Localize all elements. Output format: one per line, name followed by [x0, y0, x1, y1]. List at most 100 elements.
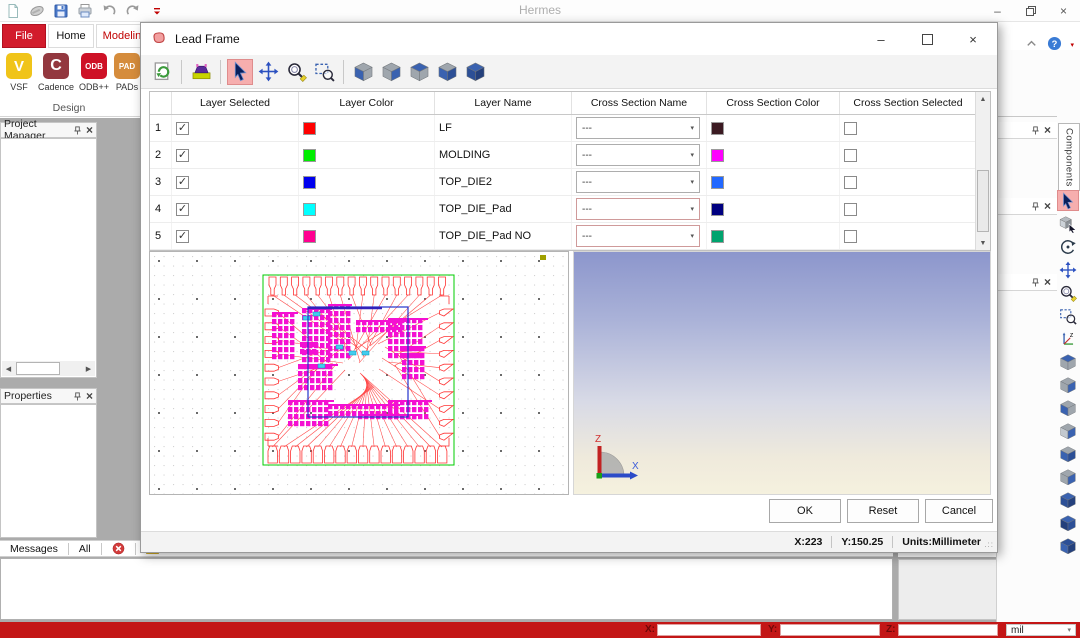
- view-cube-back-icon[interactable]: [1057, 466, 1079, 487]
- view-cube-top-icon[interactable]: [1057, 351, 1079, 372]
- scroll-left-icon[interactable]: ◀: [2, 361, 15, 376]
- layer-color-swatch[interactable]: [303, 176, 316, 189]
- column-header[interactable]: Cross Section Color: [707, 92, 840, 114]
- messages-output-area[interactable]: [0, 558, 893, 620]
- layer-selected-checkbox[interactable]: ✓: [176, 230, 189, 243]
- import-tool-cadence[interactable]: CCadence: [36, 53, 76, 92]
- close-button[interactable]: ×: [1047, 0, 1080, 22]
- dialog-close-button[interactable]: ×: [951, 24, 995, 54]
- close-icon[interactable]: ×: [1044, 277, 1051, 287]
- select-arrow-icon[interactable]: [1057, 190, 1079, 211]
- leadframe-icon[interactable]: [188, 59, 214, 85]
- close-icon[interactable]: ×: [86, 391, 93, 401]
- iso-view-1-icon[interactable]: [1057, 489, 1079, 510]
- ok-button[interactable]: OK: [769, 499, 841, 523]
- zoom-window-icon[interactable]: [1057, 305, 1079, 326]
- cross-section-color-swatch[interactable]: [711, 203, 724, 216]
- cancel-button[interactable]: Cancel: [925, 499, 993, 523]
- layer-selected-checkbox[interactable]: ✓: [176, 122, 189, 135]
- column-header[interactable]: Cross Section Name: [572, 92, 707, 114]
- cross-section-color-swatch[interactable]: [711, 176, 724, 189]
- iso-view-3-icon[interactable]: [1057, 535, 1079, 556]
- open-icon[interactable]: [28, 2, 46, 20]
- help-dropdown-icon[interactable]: ▾: [1070, 41, 1074, 49]
- view-cube-front-icon[interactable]: [1057, 443, 1079, 464]
- column-header[interactable]: Layer Selected: [172, 92, 299, 114]
- pick-object-icon[interactable]: [1057, 213, 1079, 234]
- reset-button[interactable]: Reset: [847, 499, 919, 523]
- leadframe-3d-view[interactable]: Z X: [573, 251, 991, 495]
- column-header[interactable]: Layer Name: [435, 92, 572, 114]
- print-icon[interactable]: [76, 2, 94, 20]
- table-scrollbar[interactable]: ▲ ▼: [975, 92, 990, 250]
- layer-selected-checkbox[interactable]: ✓: [176, 203, 189, 216]
- layer-color-swatch[interactable]: [303, 122, 316, 135]
- properties-panel[interactable]: [0, 404, 97, 538]
- toolbar-options-icon[interactable]: [148, 2, 166, 20]
- layer-color-swatch[interactable]: [303, 230, 316, 243]
- scrollbar-thumb[interactable]: [16, 362, 60, 375]
- import-tool-odb[interactable]: ODBODB++: [77, 53, 111, 92]
- view-cube-left-icon[interactable]: [1057, 397, 1079, 418]
- cross-section-combo[interactable]: ---▾: [576, 198, 700, 220]
- save-icon[interactable]: [52, 2, 70, 20]
- close-icon[interactable]: ×: [86, 125, 93, 135]
- layer-selected-checkbox[interactable]: ✓: [176, 149, 189, 162]
- new-document-icon[interactable]: [4, 2, 22, 20]
- x-coordinate-input[interactable]: [657, 624, 761, 636]
- error-filter-icon[interactable]: [102, 542, 135, 555]
- pin-icon[interactable]: [1031, 278, 1040, 287]
- cross-section-color-swatch[interactable]: [711, 149, 724, 162]
- y-coordinate-input[interactable]: [780, 624, 880, 636]
- zoom-icon[interactable]: [283, 59, 309, 85]
- zoom-icon[interactable]: [1057, 282, 1079, 303]
- z-coordinate-input[interactable]: [898, 624, 998, 636]
- dialog-maximize-button[interactable]: [905, 24, 949, 54]
- cross-section-combo[interactable]: ---▾: [576, 225, 700, 247]
- horizontal-scrollbar[interactable]: ◀ ▶: [2, 361, 95, 376]
- pin-icon[interactable]: [73, 392, 82, 401]
- view-cube-back-icon[interactable]: [350, 59, 376, 85]
- pin-icon[interactable]: [1031, 126, 1040, 135]
- dialog-minimize-button[interactable]: –: [859, 24, 903, 54]
- layer-color-swatch[interactable]: [303, 149, 316, 162]
- zoom-window-icon[interactable]: [311, 59, 337, 85]
- pan-icon[interactable]: [1057, 259, 1079, 280]
- column-header[interactable]: [150, 92, 172, 114]
- cross-section-color-swatch[interactable]: [711, 122, 724, 135]
- components-tab[interactable]: Components: [1058, 123, 1080, 191]
- select-arrow-icon[interactable]: [227, 59, 253, 85]
- pan-icon[interactable]: [255, 59, 281, 85]
- cross-section-checkbox[interactable]: [844, 176, 857, 189]
- unit-select[interactable]: mil ▾: [1006, 624, 1076, 636]
- layer-color-swatch[interactable]: [303, 203, 316, 216]
- view-cube-left-icon[interactable]: [378, 59, 404, 85]
- scrollbar-thumb[interactable]: [977, 170, 989, 232]
- undo-icon[interactable]: [100, 2, 118, 20]
- rotate-view-icon[interactable]: [1057, 236, 1079, 257]
- axis-orientation-icon[interactable]: z: [1057, 328, 1079, 349]
- cross-section-combo[interactable]: ---▾: [576, 117, 700, 139]
- cross-section-checkbox[interactable]: [844, 149, 857, 162]
- scroll-right-icon[interactable]: ▶: [82, 361, 95, 376]
- redo-icon[interactable]: [124, 2, 142, 20]
- column-header[interactable]: Layer Color: [299, 92, 435, 114]
- cross-section-checkbox[interactable]: [844, 203, 857, 216]
- project-manager-panel[interactable]: ◀ ▶: [0, 138, 97, 378]
- cross-section-checkbox[interactable]: [844, 122, 857, 135]
- messages-filter-all[interactable]: All: [69, 543, 101, 555]
- close-icon[interactable]: ×: [1044, 125, 1051, 135]
- restore-button[interactable]: [1014, 0, 1047, 22]
- view-cube-right-icon[interactable]: [1057, 420, 1079, 441]
- reload-icon[interactable]: [149, 59, 175, 85]
- minimize-button[interactable]: –: [981, 0, 1014, 22]
- view-cube-iso-icon[interactable]: [462, 59, 488, 85]
- scroll-down-icon[interactable]: ▼: [976, 236, 990, 250]
- tab-home[interactable]: Home: [48, 24, 94, 48]
- scroll-up-icon[interactable]: ▲: [976, 92, 990, 106]
- resize-grip[interactable]: .::: [984, 540, 994, 549]
- cross-section-checkbox[interactable]: [844, 230, 857, 243]
- view-cube-bottom-icon[interactable]: [1057, 374, 1079, 395]
- close-icon[interactable]: ×: [1044, 201, 1051, 211]
- cross-section-combo[interactable]: ---▾: [576, 144, 700, 166]
